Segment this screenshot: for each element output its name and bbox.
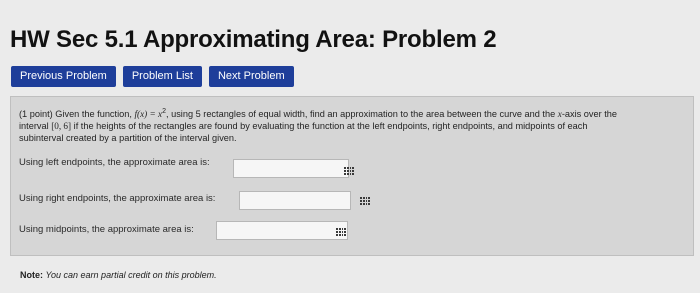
question-text-b: -axis over the <box>561 109 617 120</box>
question-text-a: , using 5 rectangles of equal width, fin… <box>165 109 556 120</box>
equation-editor-grid-icon[interactable] <box>360 197 370 205</box>
previous-problem-button[interactable]: Previous Problem <box>11 66 116 87</box>
note-label: Note: <box>20 270 43 280</box>
midpoints-input[interactable] <box>216 221 348 240</box>
left-endpoints-label: Using left endpoints, the approximate ar… <box>19 157 210 168</box>
right-endpoints-input[interactable] <box>239 191 351 210</box>
next-problem-button[interactable]: Next Problem <box>208 66 294 87</box>
question-text-d: if the heights of the rectangles are fou… <box>73 121 588 132</box>
problem-nav: Previous Problem Problem List Next Probl… <box>11 66 294 87</box>
page-title: HW Sec 5.1 Approximating Area: Problem 2 <box>10 26 497 53</box>
partial-credit-note: Note: You can earn partial credit on thi… <box>20 270 217 280</box>
function-expression: f(x) = x <box>134 109 163 120</box>
points: (1 point) <box>19 109 53 120</box>
left-endpoints-input[interactable] <box>233 159 349 178</box>
question-text-e: subinterval created by a partition of th… <box>19 133 237 144</box>
right-endpoints-label: Using right endpoints, the approximate a… <box>19 193 216 204</box>
interval-value: [0, 6] <box>51 121 72 132</box>
problem-statement: (1 point) Given the function, f(x) = x2,… <box>19 106 691 144</box>
midpoints-label: Using midpoints, the approximate area is… <box>19 224 194 235</box>
problem-list-button[interactable]: Problem List <box>122 66 202 87</box>
question-text-c: interval <box>19 121 49 132</box>
note-text: You can earn partial credit on this prob… <box>45 270 217 280</box>
given-prefix: Given the function, <box>55 109 132 120</box>
equation-editor-grid-icon[interactable] <box>336 228 346 236</box>
problem-box: (1 point) Given the function, f(x) = x2,… <box>10 96 694 256</box>
equation-editor-grid-icon[interactable] <box>344 167 354 175</box>
